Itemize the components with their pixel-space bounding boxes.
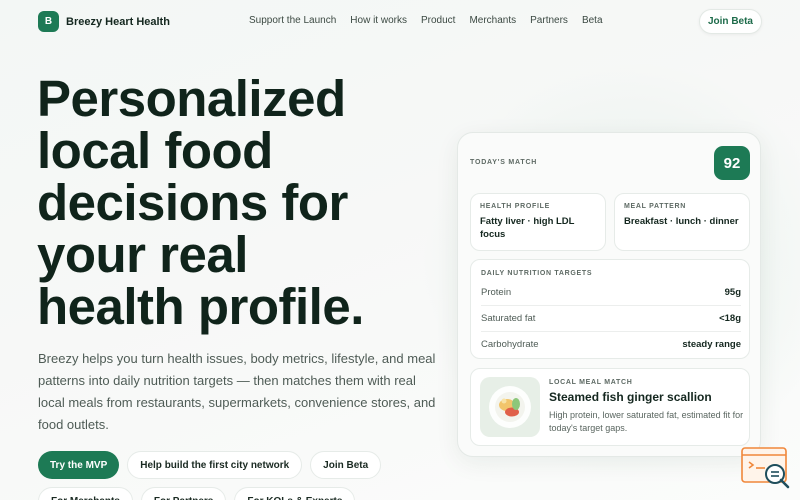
- target-name: Carbohydrate: [481, 339, 539, 350]
- nutrition-targets-box: DAILY NUTRITION TARGETS Protein 95g Satu…: [470, 259, 750, 359]
- try-mvp-button[interactable]: Try the MVP: [38, 451, 120, 479]
- target-value: steady range: [682, 339, 741, 350]
- food-bowl-icon: [489, 386, 531, 428]
- meal-pattern-value: Breakfast · lunch · dinner: [624, 216, 739, 227]
- nav-link-how-it-works[interactable]: How it works: [350, 15, 407, 26]
- hero-title: Personalized local food decisions for yo…: [37, 73, 437, 333]
- health-profile-value: Fatty liver · high LDL focus: [480, 216, 575, 240]
- nav-link-merchants[interactable]: Merchants: [469, 15, 516, 26]
- brand-mark-icon: B: [38, 11, 59, 32]
- meal-description: High protein, lower saturated fat, estim…: [549, 410, 744, 433]
- meal-image: [480, 377, 540, 437]
- meal-pattern-box: MEAL PATTERN Breakfast · lunch · dinner: [614, 193, 750, 251]
- health-profile-box: HEALTH PROFILE Fatty liver · high LDL fo…: [470, 193, 606, 251]
- target-value: 95g: [724, 286, 741, 298]
- target-name: Saturated fat: [481, 313, 536, 324]
- nav-link-product[interactable]: Product: [421, 15, 455, 26]
- target-row-saturated-fat: Saturated fat <18g: [481, 305, 741, 331]
- cta-row-secondary: For Merchants For Partners For KOLs & Ex…: [38, 487, 356, 500]
- hero-title-line: decisions for: [37, 174, 348, 231]
- hero-title-line: health profile.: [37, 278, 364, 335]
- brand-name: Breezy Heart Health: [66, 15, 170, 28]
- target-name: Protein: [481, 286, 512, 298]
- target-row-carbohydrate: Carbohydrate steady range: [481, 331, 741, 357]
- brand-logo[interactable]: B Breezy Heart Health: [38, 11, 170, 32]
- match-score-badge: 92: [714, 146, 750, 180]
- chat-help-icon: [741, 447, 790, 489]
- nav-link-partners[interactable]: Partners: [530, 15, 568, 26]
- top-nav: B Breezy Heart Health Support the Launch…: [0, 0, 800, 44]
- chat-help-widget[interactable]: [741, 447, 790, 489]
- hero-description: Breezy helps you turn health issues, bod…: [38, 351, 436, 432]
- nav-link-beta[interactable]: Beta: [582, 15, 603, 26]
- meal-pattern-label: MEAL PATTERN: [624, 203, 687, 210]
- for-kols-button[interactable]: For KOLs & Experts: [234, 487, 356, 500]
- join-beta-nav-button[interactable]: Join Beta: [699, 9, 762, 34]
- meal-title: Steamed fish ginger scallion: [549, 390, 712, 404]
- health-profile-label: HEALTH PROFILE: [480, 203, 550, 210]
- target-row-protein: Protein 95g: [481, 279, 741, 305]
- todays-match-card: TODAY'S MATCH 92 HEALTH PROFILE Fatty li…: [457, 132, 761, 457]
- nav-link-support[interactable]: Support the Launch: [249, 15, 336, 26]
- target-value: <18g: [719, 313, 741, 324]
- help-build-button[interactable]: Help build the first city network: [127, 451, 303, 479]
- for-partners-button[interactable]: For Partners: [140, 487, 227, 500]
- join-beta-button[interactable]: Join Beta: [310, 451, 382, 479]
- meal-match-label: LOCAL MEAL MATCH: [549, 379, 633, 386]
- nav-links: Support the Launch How it works Product …: [249, 15, 603, 26]
- cta-row: Try the MVP Help build the first city ne…: [38, 451, 382, 479]
- hero-title-line: Personalized: [37, 70, 346, 127]
- hero-title-line: your real: [37, 226, 248, 283]
- for-merchants-button[interactable]: For Merchants: [38, 487, 133, 500]
- local-meal-match-box[interactable]: LOCAL MEAL MATCH Steamed fish ginger sca…: [470, 368, 750, 446]
- nutrition-targets-label: DAILY NUTRITION TARGETS: [481, 270, 593, 277]
- hero-title-line: local food: [37, 122, 273, 179]
- card-label: TODAY'S MATCH: [470, 159, 538, 166]
